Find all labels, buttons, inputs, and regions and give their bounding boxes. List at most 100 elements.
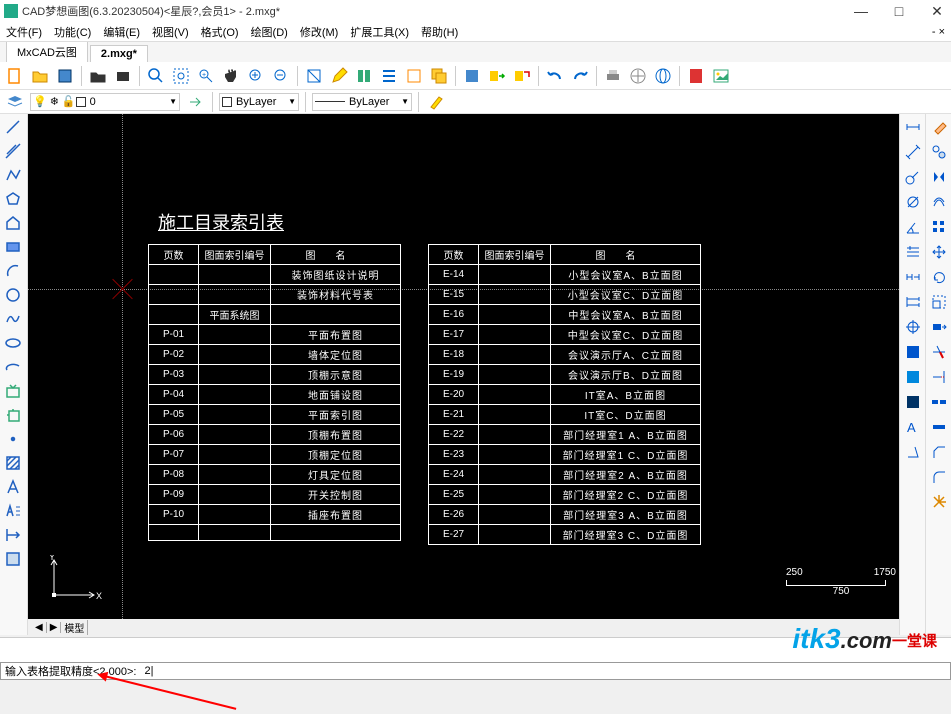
break-button[interactable]	[928, 391, 950, 413]
tab-next[interactable]: ▶	[47, 622, 62, 633]
move-button[interactable]	[928, 241, 950, 263]
export-flag-button[interactable]	[511, 65, 533, 87]
minimize-button[interactable]: —	[851, 3, 871, 20]
array-button[interactable]	[928, 216, 950, 238]
circle-button[interactable]	[2, 284, 24, 306]
dim-continue-button[interactable]	[902, 266, 924, 288]
match-prop-button[interactable]	[425, 91, 447, 113]
zoom-extents-button[interactable]	[170, 65, 192, 87]
polyline-button[interactable]	[2, 164, 24, 186]
menu-file[interactable]: 文件(F)	[6, 24, 42, 40]
explode-button[interactable]	[928, 491, 950, 513]
ellipse-arc-button[interactable]	[2, 356, 24, 378]
stretch-button[interactable]	[928, 316, 950, 338]
tab-model[interactable]: 模型	[61, 620, 88, 635]
zoom-out-button[interactable]	[270, 65, 292, 87]
fillet-button[interactable]	[928, 466, 950, 488]
offset-button[interactable]	[928, 191, 950, 213]
insert-block-button[interactable]	[2, 380, 24, 402]
dim-baseline-button[interactable]	[902, 291, 924, 313]
erase-button[interactable]	[928, 116, 950, 138]
join-button[interactable]	[928, 416, 950, 438]
hatch-button[interactable]	[2, 452, 24, 474]
image-button[interactable]	[710, 65, 732, 87]
layer-manager-button[interactable]	[4, 91, 26, 113]
pdf-button[interactable]	[685, 65, 707, 87]
trim-button[interactable]	[928, 341, 950, 363]
zoom-window-button[interactable]	[145, 65, 167, 87]
extend-button[interactable]	[928, 366, 950, 388]
folder-open-button[interactable]	[87, 65, 109, 87]
copy-button[interactable]	[428, 65, 450, 87]
menu-format[interactable]: 格式(O)	[201, 24, 239, 40]
arc-button[interactable]	[2, 260, 24, 282]
web-button[interactable]	[652, 65, 674, 87]
dim-radius-button[interactable]	[902, 166, 924, 188]
dim-block1-button[interactable]	[902, 341, 924, 363]
dim-linear-button[interactable]	[902, 116, 924, 138]
edit-pencil-button[interactable]	[328, 65, 350, 87]
rectangle-button[interactable]	[2, 236, 24, 258]
tab-cloud[interactable]: MxCAD云图	[6, 41, 88, 62]
dim-angular-button[interactable]	[902, 216, 924, 238]
zoom-in-button[interactable]	[245, 65, 267, 87]
chamfer-button[interactable]	[928, 441, 950, 463]
menu-collapse-icon[interactable]: - ×	[932, 26, 945, 38]
layers-button[interactable]	[403, 65, 425, 87]
point-button[interactable]	[2, 428, 24, 450]
text-a-button[interactable]	[2, 476, 24, 498]
save-disk-button[interactable]	[461, 65, 483, 87]
layer-dropdown[interactable]: 💡❄🔓 0 ▼	[30, 93, 180, 111]
export-right-button[interactable]	[486, 65, 508, 87]
save-button[interactable]	[54, 65, 76, 87]
spline-button[interactable]	[2, 308, 24, 330]
leader-button[interactable]	[2, 548, 24, 570]
dim-block2-button[interactable]	[902, 366, 924, 388]
maximize-button[interactable]: □	[889, 3, 909, 20]
menu-draw[interactable]: 绘图(D)	[251, 24, 288, 40]
menu-ext[interactable]: 扩展工具(X)	[350, 24, 409, 40]
menu-view[interactable]: 视图(V)	[152, 24, 189, 40]
dim-block3-button[interactable]	[902, 391, 924, 413]
dimension-button[interactable]	[2, 524, 24, 546]
undo-button[interactable]	[544, 65, 566, 87]
preview-button[interactable]	[627, 65, 649, 87]
properties-button[interactable]	[353, 65, 375, 87]
pan-button[interactable]	[220, 65, 242, 87]
menu-function[interactable]: 功能(C)	[54, 24, 91, 40]
dim-diameter-button[interactable]	[902, 191, 924, 213]
dim-aligned-button[interactable]	[902, 141, 924, 163]
new-button[interactable]	[4, 65, 26, 87]
color-dropdown[interactable]: ByLayer ▼	[219, 93, 299, 111]
zoom-realtime-button[interactable]: +	[195, 65, 217, 87]
ellipse-button[interactable]	[2, 332, 24, 354]
list-button[interactable]	[378, 65, 400, 87]
drawing-canvas[interactable]: 施工目录索引表 页数 图面索引编号 图名 装饰图纸设计说明装饰材料代号表平面系统…	[28, 114, 951, 635]
rotate-button[interactable]	[928, 266, 950, 288]
folder-button[interactable]	[112, 65, 134, 87]
make-block-button[interactable]	[2, 404, 24, 426]
dim-ordinate-button[interactable]	[902, 241, 924, 263]
close-button[interactable]: ✕	[927, 3, 947, 20]
layer-prev-button[interactable]	[184, 91, 206, 113]
menu-help[interactable]: 帮助(H)	[421, 24, 458, 40]
print-button[interactable]	[602, 65, 624, 87]
open-button[interactable]	[29, 65, 51, 87]
polygon-button[interactable]	[2, 188, 24, 210]
tab-prev[interactable]: ◀	[32, 622, 47, 633]
redo-button[interactable]	[569, 65, 591, 87]
center-mark-button[interactable]	[902, 316, 924, 338]
linetype-dropdown[interactable]: ByLayer ▼	[312, 93, 412, 111]
tab-current[interactable]: 2.mxg*	[90, 45, 148, 62]
menu-modify[interactable]: 修改(M)	[300, 24, 339, 40]
dim-text-button[interactable]: A	[902, 416, 924, 438]
line-button[interactable]	[2, 116, 24, 138]
copy-obj-button[interactable]	[928, 141, 950, 163]
house-button[interactable]	[2, 212, 24, 234]
mtext-button[interactable]	[2, 500, 24, 522]
mirror-button[interactable]	[928, 166, 950, 188]
menu-edit[interactable]: 编辑(E)	[103, 24, 140, 40]
xline-button[interactable]	[2, 140, 24, 162]
command-line[interactable]: 输入表格提取精度<2.000>: 2 |	[0, 662, 951, 680]
dim-style-button[interactable]	[902, 441, 924, 463]
